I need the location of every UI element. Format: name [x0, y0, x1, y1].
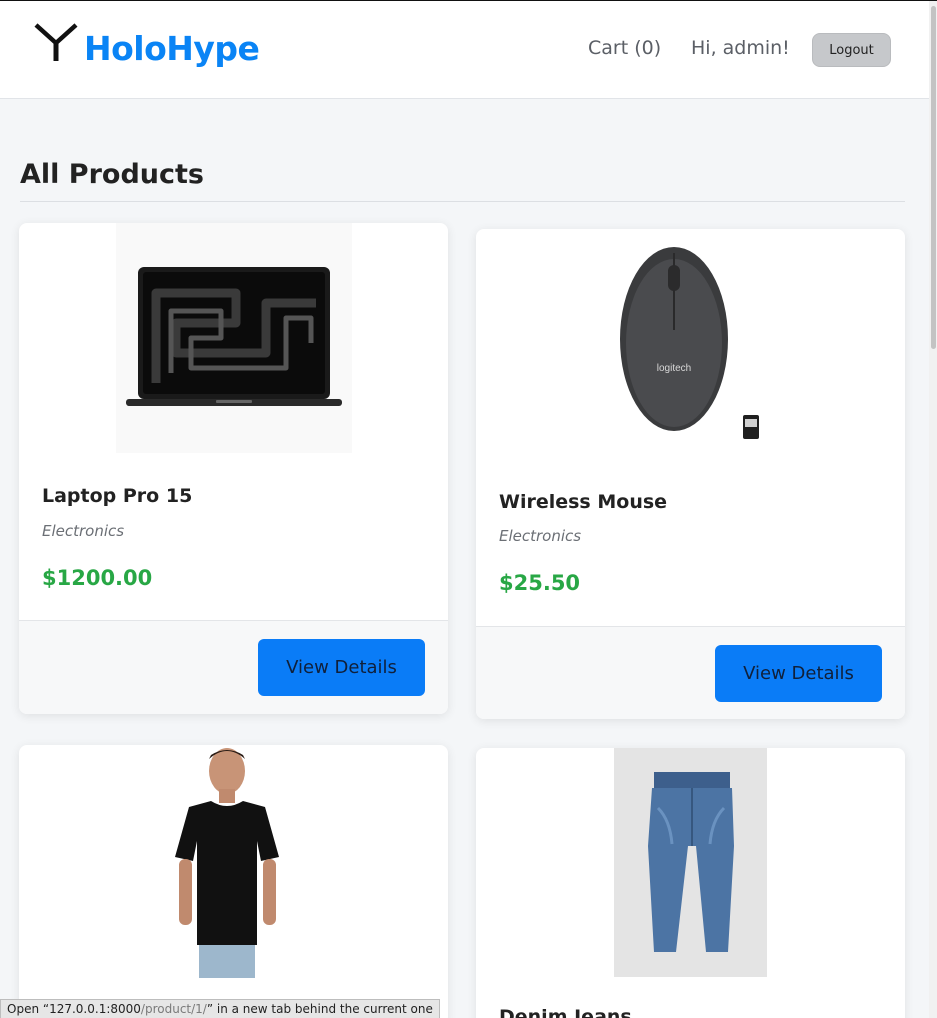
- product-image[interactable]: [116, 223, 352, 453]
- brand-name[interactable]: HoloHype: [84, 29, 260, 68]
- view-details-button[interactable]: View Details: [715, 645, 882, 702]
- link-status-bar: Open “127.0.0.1:8000/product/1/” in a ne…: [0, 999, 440, 1018]
- scrollbar-thumb[interactable]: [931, 6, 936, 349]
- title-divider: [20, 201, 905, 202]
- product-card: [19, 745, 448, 1018]
- laptop-image: [126, 267, 342, 406]
- product-image[interactable]: logitech: [602, 235, 780, 457]
- product-category: Electronics: [499, 527, 582, 545]
- mouse-image: logitech: [620, 247, 759, 439]
- card-footer: View Details: [476, 626, 905, 719]
- product-name[interactable]: Wireless Mouse: [499, 491, 667, 513]
- product-name[interactable]: Laptop Pro 15: [42, 485, 192, 507]
- logout-button[interactable]: Logout: [812, 33, 891, 67]
- product-image[interactable]: [614, 748, 767, 977]
- view-details-button[interactable]: View Details: [258, 639, 425, 696]
- product-category: Electronics: [42, 522, 125, 540]
- card-footer: View Details: [19, 620, 448, 714]
- jeans-image: [648, 772, 734, 952]
- logo-icon[interactable]: [34, 21, 78, 63]
- page-title: All Products: [20, 159, 204, 190]
- tshirt-image: [175, 748, 279, 978]
- product-card: Laptop Pro 15 Electronics $1200.00 View …: [19, 223, 448, 714]
- product-name[interactable]: Denim Jeans: [499, 1006, 632, 1018]
- status-text-path: /product/1/: [140, 1002, 207, 1016]
- site-header: HoloHype Cart (0) Hi, admin! Logout: [0, 1, 929, 99]
- user-greeting: Hi, admin!: [691, 37, 790, 59]
- product-price: $25.50: [499, 571, 581, 595]
- product-price: $1200.00: [42, 566, 153, 590]
- product-card: Denim Jeans: [476, 748, 905, 1018]
- product-image[interactable]: [139, 745, 329, 978]
- status-text-suffix: ” in a new tab behind the current one: [206, 1002, 433, 1016]
- status-text-prefix: Open “127.0.0.1:8000: [7, 1002, 141, 1016]
- svg-text:logitech: logitech: [657, 363, 691, 374]
- product-card: logitech Wireless Mouse Electronics $25.…: [476, 229, 905, 719]
- cart-link[interactable]: Cart (0): [588, 37, 661, 59]
